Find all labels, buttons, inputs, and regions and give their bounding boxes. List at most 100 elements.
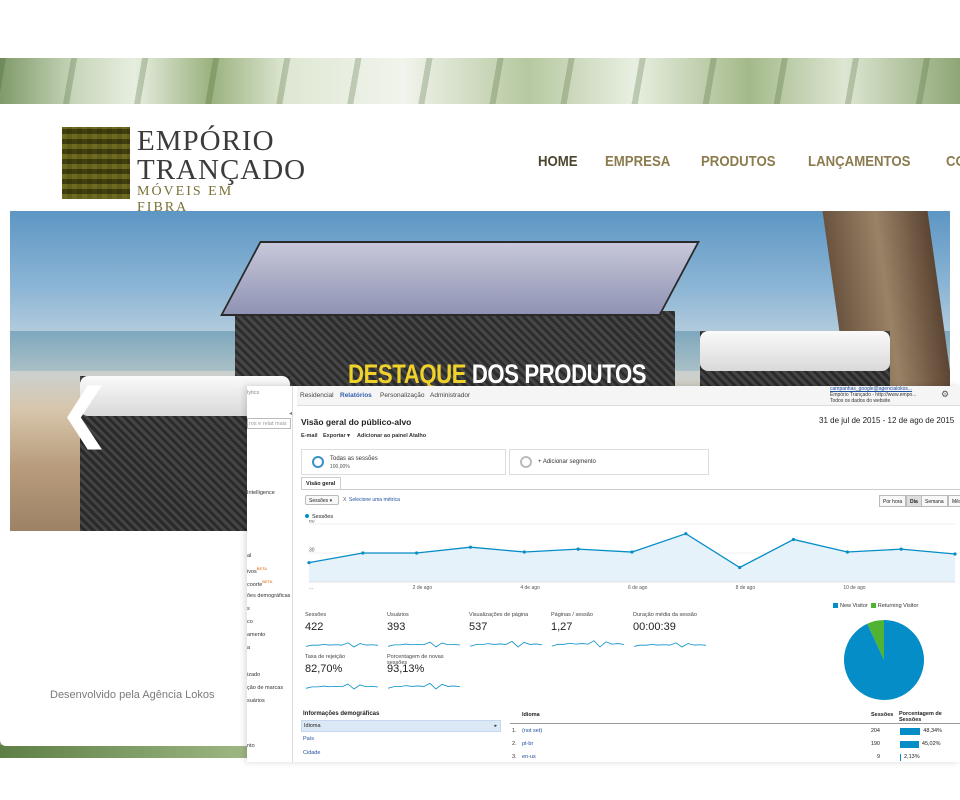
analytics-screenshot: lytics ros e relat mais Intelligence al … <box>247 386 960 762</box>
table-row[interactable]: 1. (not set) 204 48,34% <box>510 726 960 738</box>
ga-side-item[interactable]: coorteBETA <box>247 579 272 588</box>
table-row[interactable]: 2. pt-br 190 45,02% <box>510 739 960 751</box>
tab-overview[interactable]: Visão geral <box>301 477 341 489</box>
ga-sidebar-search[interactable]: ros e relat mais <box>247 418 291 429</box>
row-sessions: 9 <box>876 754 880 760</box>
data-point <box>468 545 473 549</box>
table-header-pct[interactable]: Porcentagem de Sessões <box>899 711 959 723</box>
tab-relatorios[interactable]: Relatórios <box>340 392 372 399</box>
action-email[interactable]: E-mail <box>301 433 318 439</box>
segment-all-sessions[interactable]: Todas as sessões 100,00% <box>301 449 506 475</box>
ga-side-item[interactable]: ivosBETA <box>247 566 267 575</box>
data-point <box>361 551 365 555</box>
ga-side-item[interactable]: ção de marcas <box>247 685 283 691</box>
row-pct-bar <box>900 741 919 748</box>
demographics-active-idioma[interactable]: Idioma ▸ <box>301 720 501 732</box>
period-month[interactable]: Mês <box>948 495 960 507</box>
ga-side-item[interactable]: amento <box>247 632 265 638</box>
demographics-pais[interactable]: País <box>303 736 314 742</box>
ga-account-view: Todos os dados do website <box>830 398 891 404</box>
gear-icon[interactable]: ⚙ <box>941 389 949 400</box>
data-point <box>953 552 957 556</box>
action-add-dashboard[interactable]: Adicionar ao painel <box>357 433 408 439</box>
data-point <box>684 532 688 536</box>
table-header-sessoes[interactable]: Sessões <box>871 712 893 718</box>
x-tick-label: 6 de ago <box>628 585 648 591</box>
metric-usuarios: Usuários 393 <box>387 612 465 656</box>
row-index: 2. <box>512 741 517 747</box>
add-segment-label: + Adicionar segmento <box>538 459 596 465</box>
date-range[interactable]: 31 de jul de 2015 - 12 de ago de 2015 <box>819 416 954 425</box>
nav-contato[interactable]: CONTATO <box>946 153 960 170</box>
metric-avg-duration: Duração média da sessão 00:00:39 <box>633 612 711 656</box>
data-point <box>738 565 742 570</box>
nav-home[interactable]: HOME <box>538 153 578 170</box>
hero-title-rest: DOS PRODUTOS <box>471 359 647 389</box>
ga-side-item[interactable]: a <box>247 645 250 651</box>
ga-side-item[interactable]: co <box>247 619 253 625</box>
row-language[interactable]: (not set) <box>522 728 542 734</box>
period-day[interactable]: Dia <box>906 495 922 507</box>
tab-residencial[interactable]: Residencial <box>300 392 334 399</box>
demographics-cidade[interactable]: Cidade <box>303 750 320 756</box>
y-tick-label: 60 <box>309 520 315 525</box>
y-tick-label: 30 <box>309 548 315 554</box>
segment-sub: 100,00% <box>330 464 350 470</box>
x-tick-label: ... <box>309 585 313 591</box>
pie-legend-returning: Returning Visitor <box>877 603 919 609</box>
ga-side-item[interactable]: al <box>247 553 251 559</box>
tab-personalizacao[interactable]: Personalização <box>380 392 424 399</box>
ga-side-item[interactable]: izado <box>247 672 260 678</box>
sidebar-collapse-icon[interactable]: ◂ <box>289 410 292 417</box>
pie-label: 93.1% <box>886 701 898 702</box>
add-segment[interactable]: + Adicionar segmento <box>509 449 709 475</box>
data-point <box>791 537 796 542</box>
row-pct: 2,13% <box>904 754 920 760</box>
row-language[interactable]: pt-br <box>522 741 533 747</box>
ga-side-item[interactable]: Intelligence <box>247 490 275 496</box>
demographics-title: Informações demográficas <box>303 711 380 717</box>
nav-lancamentos[interactable]: LANÇAMENTOS <box>808 153 910 170</box>
segment-circle-empty-icon <box>520 456 532 468</box>
sparkline-line <box>387 682 461 690</box>
table-row[interactable]: 3. en-us 9 2,13% <box>510 752 960 762</box>
select-metric-link[interactable]: Selecione uma métrica <box>349 497 400 503</box>
ga-side-item[interactable]: ões demográficas <box>247 593 290 599</box>
nav-empresa[interactable]: EMPRESA <box>605 153 670 170</box>
vs-label: X <box>343 497 347 503</box>
footer-credit[interactable]: Desenvolvido pela Agência Lokos <box>50 689 215 701</box>
ga-side-item[interactable]: s <box>247 606 250 612</box>
period-hour[interactable]: Por hora <box>879 495 907 507</box>
table-header-idioma[interactable]: Idioma <box>522 712 540 718</box>
sparkline-line <box>305 642 379 648</box>
tab-administrador[interactable]: Administrador <box>430 392 470 399</box>
pie-label: 6.9% <box>874 618 884 622</box>
data-point <box>630 550 634 554</box>
sparkline-line <box>633 642 707 648</box>
action-shortcut[interactable]: Atalho <box>409 433 426 439</box>
ga-account[interactable]: campanhas_google@agencialokos... Empório… <box>830 386 916 404</box>
ga-side-item[interactable]: suários <box>247 698 265 704</box>
metric-select[interactable]: Sessões ▾ <box>305 495 339 505</box>
action-export[interactable]: Exportar ▾ <box>323 433 350 439</box>
nav-produtos[interactable]: PRODUTOS <box>701 153 776 170</box>
data-point <box>415 551 419 555</box>
logo-line-2: TRANÇADO <box>137 154 307 186</box>
metric-new-sessions: Porcentagem de novas sessões 93,13% <box>387 654 465 698</box>
sparkline <box>387 682 461 690</box>
period-week[interactable]: Semana <box>921 495 948 507</box>
segment-circle-icon <box>312 456 324 468</box>
slider-prev-arrow-icon[interactable]: ❮ <box>58 381 112 445</box>
metric-pages-session: Páginas / sessão 1,27 <box>551 612 629 656</box>
ga-side-item[interactable]: nto <box>247 743 255 749</box>
site-logo[interactable]: EMPÓRIO TRANÇADO MÓVEIS EM FIBRA <box>62 125 305 215</box>
row-sessions: 190 <box>870 741 880 747</box>
sparkline <box>633 642 707 648</box>
sparkline <box>469 640 543 648</box>
series-area <box>309 533 955 582</box>
ga-main: Residencial Relatórios Personalização Ad… <box>289 386 960 762</box>
row-language[interactable]: en-us <box>522 754 536 760</box>
sparkline <box>387 641 461 648</box>
ga-sidebar-title: lytics <box>247 390 260 396</box>
ga-sidebar: lytics ros e relat mais Intelligence al … <box>247 386 293 762</box>
